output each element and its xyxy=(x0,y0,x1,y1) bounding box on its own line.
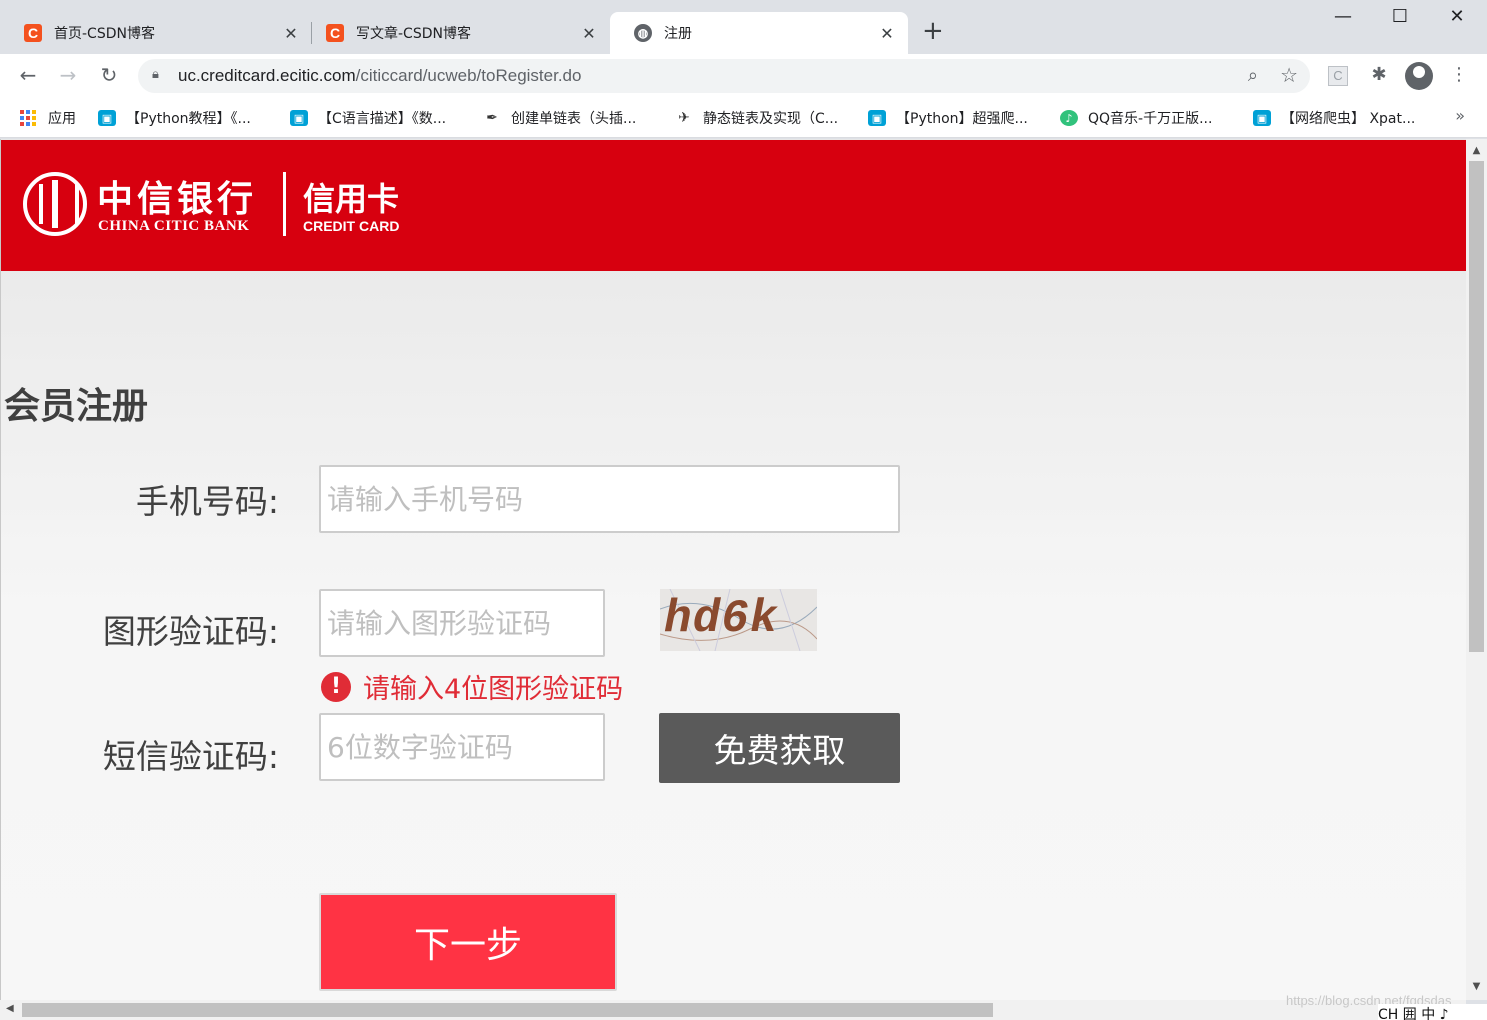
bookmarks-overflow-button[interactable]: » xyxy=(1455,106,1465,125)
bookmark-star-icon[interactable]: ☆ xyxy=(1280,63,1298,87)
bookmark-apps[interactable]: 应用 xyxy=(20,108,76,128)
address-bar[interactable]: 🔒︎ uc.creditcard.ecitic.com/citiccard/uc… xyxy=(138,59,1310,93)
qq-music-icon: ♪ xyxy=(1060,110,1078,126)
horizontal-scroll-thumb[interactable] xyxy=(22,1003,993,1017)
page-title: 会员注册 xyxy=(4,386,149,427)
vertical-scrollbar[interactable]: ▲ ▼ xyxy=(1466,139,1487,1000)
ink-pen-icon: ✒ xyxy=(483,110,501,126)
vertical-scroll-thumb[interactable] xyxy=(1469,161,1484,652)
site-header: 中信银行 CHINA CITIC BANK 信用卡 CREDIT CARD xyxy=(1,140,1466,271)
sms-code-input[interactable] xyxy=(319,713,605,781)
bookmark-item[interactable]: ♪ QQ音乐-千万正版... xyxy=(1060,108,1212,128)
bookmark-label: 【Python】超强爬... xyxy=(896,111,1028,127)
window-close-button[interactable]: ✕ xyxy=(1442,6,1472,27)
sms-label: 短信验证码: xyxy=(102,737,279,776)
minimize-button[interactable]: — xyxy=(1328,6,1358,27)
tab-close-icon[interactable]: ✕ xyxy=(878,24,896,43)
captcha-text: hd6k xyxy=(664,593,779,645)
scroll-up-arrow-icon[interactable]: ▲ xyxy=(1466,145,1487,156)
maximize-button[interactable]: ☐ xyxy=(1385,6,1415,27)
bilibili-tv-icon: ▣ xyxy=(1253,110,1271,126)
tab-close-icon[interactable]: ✕ xyxy=(580,24,598,43)
bookmark-item[interactable]: ▣ 【网络爬虫】 Xpat... xyxy=(1253,108,1415,128)
bookmark-item[interactable]: ▣ 【C语言描述】《数... xyxy=(290,108,446,128)
extension-c-icon[interactable]: C xyxy=(1328,66,1348,86)
bank-name-en: CHINA CITIC BANK xyxy=(98,218,250,234)
logo-divider xyxy=(283,172,286,236)
bookmark-label: 【C语言描述】《数... xyxy=(318,111,447,127)
zoom-icon[interactable]: ⌕ xyxy=(1248,65,1258,86)
url-text[interactable]: uc.creditcard.ecitic.com/citiccard/ucweb… xyxy=(178,66,581,86)
bookmarks-bar: 应用 ▣ 【Python教程】《... ▣ 【C语言描述】《数... ✒ 创建单… xyxy=(0,98,1487,138)
bookmark-item[interactable]: ▣ 【Python教程】《... xyxy=(98,108,251,128)
get-sms-code-button[interactable]: 免费获取 xyxy=(659,713,900,783)
tab-title: 注册 xyxy=(664,26,692,42)
captcha-error: ! 请输入4位图形验证码 xyxy=(321,667,623,706)
bookmark-label: 【Python教程】《... xyxy=(126,111,251,127)
csdn-c-icon: C xyxy=(326,24,344,42)
url-host: uc.creditcard.ecitic.com xyxy=(178,66,356,85)
ime-status-bar[interactable]: CH 囲 中 ♪ xyxy=(1378,1004,1487,1020)
tab-register[interactable]: ◍ 注册 ✕ xyxy=(610,12,908,54)
tab-csdn-write[interactable]: C 写文章-CSDN博客 ✕ xyxy=(302,12,610,54)
bookmark-label: 创建单链表（头插... xyxy=(511,111,637,127)
product-name-cn: 信用卡 xyxy=(303,180,400,218)
url-path: /citiccard/ucweb/toRegister.do xyxy=(355,66,582,85)
captcha-label: 图形验证码: xyxy=(102,612,279,651)
kebab-menu-icon[interactable]: ⋮ xyxy=(1446,64,1472,85)
tab-csdn-home[interactable]: C 首页-CSDN博客 ✕ xyxy=(0,12,312,54)
tab-title: 写文章-CSDN博客 xyxy=(356,26,471,42)
scroll-down-arrow-icon[interactable]: ▼ xyxy=(1466,981,1487,992)
captcha-input[interactable] xyxy=(319,589,605,657)
bookmark-label: 【网络爬虫】 Xpat... xyxy=(1281,111,1416,127)
bookmark-label: QQ音乐-千万正版... xyxy=(1088,111,1213,127)
tab-close-icon[interactable]: ✕ xyxy=(282,24,300,43)
captcha-error-text: 请输入4位图形验证码 xyxy=(363,674,624,705)
citic-logo[interactable]: 中信银行 CHINA CITIC BANK 信用卡 CREDIT CARD xyxy=(21,170,421,240)
bookmark-item[interactable]: ✒ 创建单链表（头插... xyxy=(483,108,636,128)
bilibili-tv-icon: ▣ xyxy=(868,110,886,126)
forward-button[interactable]: → xyxy=(55,63,81,87)
bookmark-item[interactable]: ✈ 静态链表及实现（C... xyxy=(675,108,838,128)
tab-strip: C 首页-CSDN博客 ✕ C 写文章-CSDN博客 ✕ ◍ 注册 ✕ + — … xyxy=(0,0,1487,54)
browser-toolbar: ← → ↻ 🔒︎ uc.creditcard.ecitic.com/citicc… xyxy=(0,54,1487,98)
product-name-en: CREDIT CARD xyxy=(303,218,400,234)
puzzle-icon[interactable]: ✱ xyxy=(1366,64,1392,85)
lock-icon[interactable]: 🔒︎ xyxy=(152,67,159,82)
phone-input[interactable] xyxy=(319,465,900,533)
bilibili-tv-icon: ▣ xyxy=(98,110,116,126)
bird-icon: ✈ xyxy=(675,110,693,126)
captcha-image[interactable]: hd6k xyxy=(660,589,817,651)
profile-avatar-icon[interactable] xyxy=(1405,62,1433,90)
bookmark-label: 静态链表及实现（C... xyxy=(703,111,839,127)
back-button[interactable]: ← xyxy=(15,63,41,87)
globe-icon: ◍ xyxy=(634,24,652,42)
apps-grid-icon xyxy=(20,110,36,126)
scroll-left-arrow-icon[interactable]: ◀ xyxy=(6,1003,14,1014)
bookmark-item[interactable]: ▣ 【Python】超强爬... xyxy=(868,108,1028,128)
new-tab-button[interactable]: + xyxy=(922,18,944,44)
tab-title: 首页-CSDN博客 xyxy=(54,26,155,42)
bookmark-label: 应用 xyxy=(48,111,76,127)
citic-emblem-icon xyxy=(23,172,87,236)
bank-name-cn: 中信银行 xyxy=(97,179,258,220)
reload-button[interactable]: ↻ xyxy=(96,63,122,87)
page-viewport: 中信银行 CHINA CITIC BANK 信用卡 CREDIT CARD 会员… xyxy=(0,139,1466,1000)
next-step-button[interactable]: 下一步 xyxy=(319,893,617,991)
error-exclamation-icon: ! xyxy=(321,671,351,702)
bilibili-tv-icon: ▣ xyxy=(290,110,308,126)
csdn-c-icon: C xyxy=(24,24,42,42)
horizontal-scrollbar[interactable]: ◀ xyxy=(0,1000,1466,1020)
phone-label: 手机号码: xyxy=(135,482,279,521)
